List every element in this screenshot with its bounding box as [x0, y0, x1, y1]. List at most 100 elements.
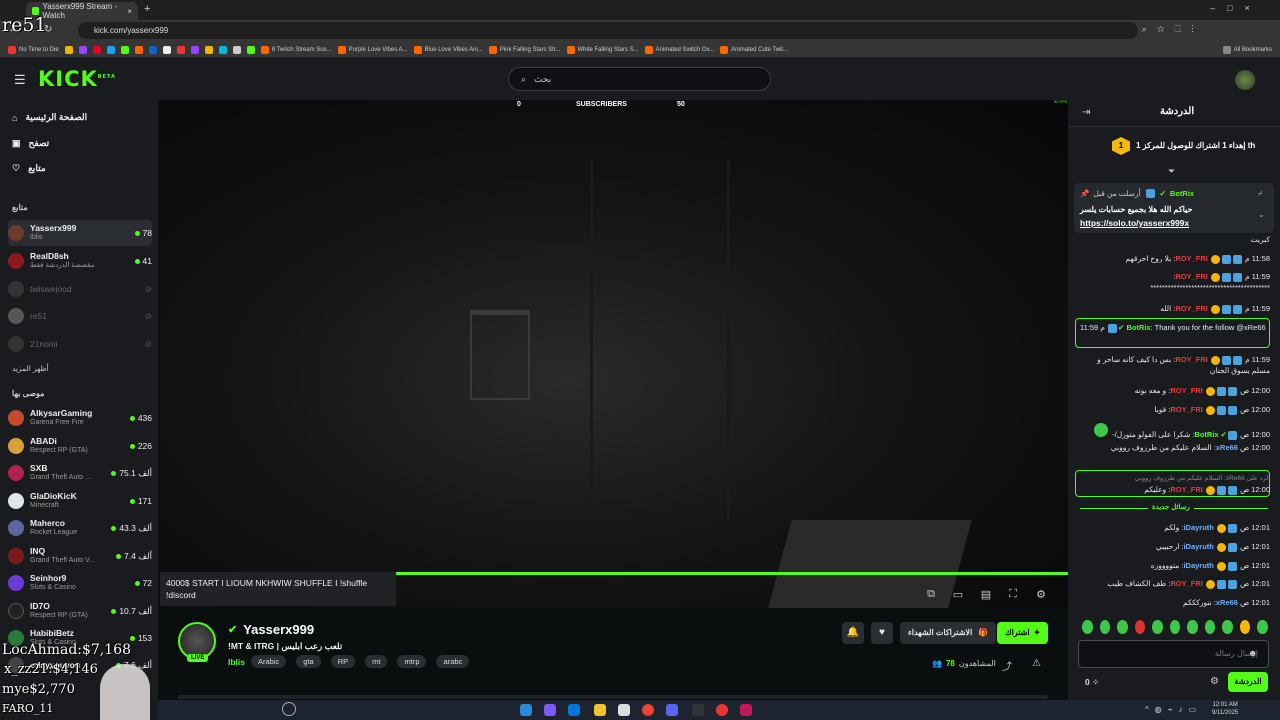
- chat-message: 12:01 ص iDayruth: ولكم: [1164, 523, 1270, 533]
- search-input[interactable]: ⌕ بحث: [508, 67, 771, 91]
- bookmark-item[interactable]: Animated Cute Twit...: [720, 45, 788, 54]
- bookmark-item[interactable]: Blue Love Vibes Ani...: [413, 45, 483, 54]
- emoji-icon[interactable]: ☻: [1248, 648, 1257, 658]
- new-tab-button[interactable]: +: [144, 3, 150, 15]
- obs-icon[interactable]: [692, 704, 704, 716]
- browser-toolbar-icons[interactable]: ⌕☆⬚⋮: [1142, 24, 1204, 35]
- chat-message: 11:59 م ROY_FRI: الله: [1160, 304, 1270, 314]
- emote-bar[interactable]: [1080, 620, 1270, 636]
- following-channel[interactable]: twiswejood ⊘: [8, 276, 152, 302]
- circle-icon[interactable]: [282, 702, 296, 716]
- following-channel[interactable]: re51 ⊘: [8, 303, 152, 329]
- recommended-channel[interactable]: ABADi Respect RP (GTA) 226: [8, 433, 152, 459]
- send-chat-button[interactable]: الدردشة: [1228, 672, 1268, 692]
- chevron-down-icon[interactable]: ⌄: [1258, 210, 1265, 219]
- bookmark-item[interactable]: Animated Switch Ov...: [644, 45, 714, 54]
- avatar[interactable]: [1235, 70, 1255, 90]
- tag[interactable]: mt: [365, 655, 388, 668]
- all-bookmarks[interactable]: All Bookmarks: [1222, 45, 1272, 54]
- chat-message: 11:58 م ROY_FRI: يلا روح احرقهم: [1125, 254, 1270, 264]
- points-display[interactable]: 0 ⁘: [1085, 677, 1099, 688]
- new-messages-label: رسائل جديدة: [1148, 503, 1194, 511]
- recommended-channel[interactable]: SXB Grand Theft Auto ... 75.1 ألف: [8, 460, 152, 486]
- url-field[interactable]: kick.com/yasserx999: [78, 22, 1138, 39]
- tag[interactable]: arabc: [436, 655, 470, 668]
- report-icon[interactable]: ⚠: [1032, 658, 1041, 669]
- theater-icon[interactable]: ▭: [951, 588, 965, 602]
- progress-bar-right[interactable]: [396, 572, 1068, 575]
- chat-message: كبريت: [1250, 235, 1270, 244]
- collapse-chat-icon[interactable]: ⇥: [1082, 107, 1090, 118]
- filter-icon[interactable]: ⏷: [1168, 166, 1175, 177]
- chat-input[interactable]: إرسال رسالة: [1078, 640, 1269, 668]
- fullscreen-icon[interactable]: ⛶: [1006, 588, 1020, 602]
- settings-icon[interactable]: ⚙: [1034, 588, 1048, 602]
- menu-icon[interactable]: ☰: [14, 72, 26, 88]
- chat-settings-icon[interactable]: ⚙: [1210, 676, 1219, 687]
- tab-title: Yasserx999 Stream - Watch: [42, 2, 118, 20]
- gift-subs-button[interactable]: الاشتراكات الشهداء 🎁: [900, 622, 997, 644]
- tag[interactable]: gta: [296, 655, 321, 668]
- unpin-icon[interactable]: ⌿: [1258, 189, 1263, 199]
- app-icon[interactable]: [740, 704, 752, 716]
- bookmark-item[interactable]: White Falling Stars S...: [566, 45, 639, 54]
- recommended-channel[interactable]: INQ Grand Theft Auto V... 7.4 ألف: [8, 543, 152, 569]
- emote-icon: [1187, 620, 1198, 634]
- show-more-link[interactable]: أظهر المزيد: [12, 364, 49, 373]
- search-icon: ⌕: [521, 73, 527, 84]
- sidebar-item-home[interactable]: ⌂ الصفحة الرئيسية: [12, 112, 87, 123]
- pip-icon[interactable]: ⧉: [924, 588, 938, 602]
- recommended-channel[interactable]: GlaDioKicK Minecraft 171: [8, 488, 152, 514]
- bookmark-item[interactable]: No Time to Die: [8, 45, 59, 54]
- sidebar-item-following[interactable]: ♡ متابع: [12, 163, 46, 174]
- chrome-icon[interactable]: [642, 704, 654, 716]
- tray-icons[interactable]: ^◍⌁♪▭: [1145, 705, 1202, 714]
- overlay-donor-3: mye$2,770: [2, 682, 75, 697]
- chat-divider: [1068, 126, 1280, 127]
- video-player[interactable]: [160, 100, 1068, 608]
- share-icon[interactable]: ⤴: [1002, 658, 1012, 673]
- bookmark-item[interactable]: Purple Love Vibes A...: [337, 45, 408, 54]
- cast-icon[interactable]: ▤: [979, 588, 993, 602]
- sidebar-item-browse[interactable]: ▣ تصفح: [12, 138, 49, 149]
- tag[interactable]: Arabic: [251, 655, 287, 668]
- record-icon[interactable]: [716, 704, 728, 716]
- chat-message: 12:01 ص ROY_FRI: طف الكشاف طيب: [1107, 579, 1270, 589]
- chat-message: 11:59 م ✔ BotRix: Thank you for the foll…: [1080, 323, 1266, 333]
- recommended-channel[interactable]: Seinhor9 Slots & Casino 72: [8, 570, 152, 596]
- folder-icon[interactable]: [594, 704, 606, 716]
- clock[interactable]: 12:01 AM 9/11/2025: [1212, 701, 1238, 717]
- kick-logo[interactable]: KICKBETA: [38, 67, 116, 91]
- recommended-channel[interactable]: ID7O Respect RP (GTA) 10.7 ألف: [8, 598, 152, 624]
- store-icon[interactable]: [618, 704, 630, 716]
- streamer-name[interactable]: ✔ Yasserx999: [228, 622, 314, 637]
- viewer-count: 👥 78 المشاهدون: [932, 659, 996, 668]
- chat-message: 11:59 م ROY_FRI: بس دا كيف كانه ساحر و م…: [1097, 355, 1270, 375]
- tag[interactable]: mtrp: [397, 655, 427, 668]
- app-icon[interactable]: [544, 704, 556, 716]
- follow-heart-icon[interactable]: ♥: [871, 622, 893, 644]
- category-link[interactable]: Iblis: [228, 657, 245, 667]
- subscribe-button[interactable]: اشتراك ✦: [997, 622, 1049, 644]
- url-text: kick.com/yasserx999: [94, 26, 169, 35]
- tag[interactable]: RP: [330, 655, 356, 668]
- bookmark-item[interactable]: Pink Falling Stars Str...: [488, 45, 561, 54]
- star-icon: ✦: [1033, 628, 1041, 637]
- close-icon[interactable]: ×: [127, 7, 132, 16]
- recommended-channel[interactable]: Maherco Rocket League 43.3 ألف: [8, 515, 152, 541]
- window-controls[interactable]: –□×: [1210, 3, 1262, 13]
- notification-bell-icon[interactable]: 🔔: [842, 622, 864, 644]
- recommended-channel[interactable]: AlkysarGaming Garena Free Fire 436: [8, 405, 152, 431]
- discord-icon[interactable]: [666, 704, 678, 716]
- bookmark-item[interactable]: 8 Twitch Stream Sce...: [260, 45, 332, 54]
- overlay-donor-4: FARO_11: [2, 702, 54, 715]
- chat-message: 12:00 ص ROY_FRI: و معه بوته: [1134, 386, 1270, 396]
- following-channel[interactable]: RealD8sh مقصصة الدردشة فقط 41: [8, 248, 152, 274]
- edge-icon[interactable]: [520, 704, 532, 716]
- following-channel[interactable]: Yasserx999 Iblis 78: [8, 220, 152, 246]
- chat-message: 12:00 ص ✔ BotRix: شكرا على الفولو متورل/…: [1080, 423, 1270, 440]
- pinned-link[interactable]: https://solo.to/yasserx999x: [1080, 218, 1189, 228]
- mail-icon[interactable]: [568, 704, 580, 716]
- following-channel[interactable]: 21nonii ⊘: [8, 331, 152, 357]
- emote-icon: [1134, 620, 1146, 634]
